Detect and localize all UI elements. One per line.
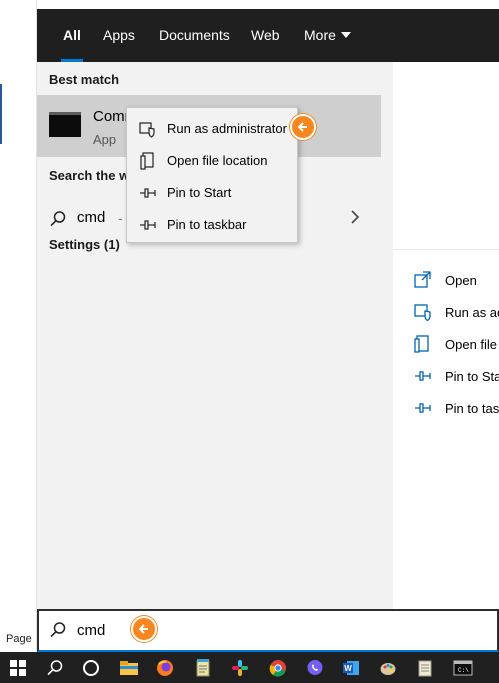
search-icon — [49, 210, 67, 231]
notepad-icon[interactable] — [185, 652, 221, 683]
pin-icon — [139, 216, 157, 234]
search-box[interactable]: cmd — [37, 609, 499, 652]
svg-text:C:\: C:\ — [458, 667, 469, 674]
background-document — [0, 0, 37, 652]
slack-icon[interactable] — [222, 652, 258, 683]
page-label: Page — [6, 633, 32, 645]
document-accent-bar — [0, 84, 2, 144]
context-menu: Run as administrator Open file location … — [126, 107, 298, 243]
tab-web[interactable]: Web — [251, 9, 280, 62]
action-open[interactable]: Open — [413, 270, 499, 292]
details-pane: Open Run as ac Open file Pin to Sta Pin … — [393, 62, 499, 609]
shield-icon — [413, 302, 433, 322]
tab-more[interactable]: More — [304, 9, 351, 62]
command-prompt-icon — [49, 112, 81, 137]
callout-arrow-icon — [131, 616, 157, 642]
svg-text:W: W — [344, 664, 352, 673]
callout-arrow-icon — [290, 114, 316, 140]
file-icon — [139, 152, 157, 170]
menu-item-pin-to-taskbar[interactable]: Pin to taskbar — [127, 210, 297, 238]
search-web-heading: Search the we — [49, 168, 137, 183]
tab-apps[interactable]: Apps — [103, 9, 135, 62]
action-open-file-location[interactable]: Open file — [413, 334, 499, 356]
start-menu: All Apps Documents Web More Best match C… — [37, 9, 499, 609]
settings-heading[interactable]: Settings (1) — [49, 237, 120, 252]
search-tab-bar: All Apps Documents Web More — [37, 9, 499, 62]
pin-icon — [413, 398, 433, 418]
taskbar: W C:\ — [0, 652, 499, 683]
menu-item-run-as-administrator[interactable]: Run as administrator — [127, 114, 297, 142]
cortana-icon[interactable] — [73, 652, 109, 683]
firefox-icon[interactable] — [147, 652, 183, 683]
menu-item-open-file-location[interactable]: Open file location — [127, 146, 297, 174]
tab-all[interactable]: All — [61, 9, 83, 62]
web-search-query: cmd — [77, 209, 106, 226]
search-icon[interactable] — [37, 652, 73, 683]
menu-item-pin-to-start[interactable]: Pin to Start — [127, 178, 297, 206]
best-match-type: App — [93, 132, 117, 147]
best-match-heading: Best match — [49, 72, 120, 87]
notes-icon[interactable] — [407, 652, 443, 683]
viber-icon[interactable] — [297, 652, 333, 683]
tab-documents[interactable]: Documents — [159, 9, 230, 62]
open-icon — [413, 270, 433, 290]
word-icon[interactable]: W — [333, 652, 369, 683]
file-explorer-icon[interactable] — [111, 652, 147, 683]
chevron-right-icon[interactable] — [350, 209, 360, 228]
paint-icon[interactable] — [370, 652, 406, 683]
shield-icon — [139, 120, 157, 138]
pin-icon — [139, 184, 157, 202]
search-input[interactable]: cmd — [77, 622, 105, 639]
action-pin-to-start[interactable]: Pin to Sta — [413, 366, 499, 388]
chrome-icon[interactable] — [260, 652, 296, 683]
action-run-as-admin[interactable]: Run as ac — [413, 302, 499, 324]
action-pin-to-taskbar[interactable]: Pin to tas — [413, 398, 499, 420]
pin-icon — [413, 366, 433, 386]
file-icon — [413, 334, 433, 354]
search-icon — [49, 621, 67, 642]
details-header — [393, 74, 499, 250]
command-prompt-icon[interactable]: C:\ — [445, 652, 481, 683]
windows-start-icon[interactable] — [0, 652, 36, 683]
chevron-down-icon — [340, 32, 351, 38]
